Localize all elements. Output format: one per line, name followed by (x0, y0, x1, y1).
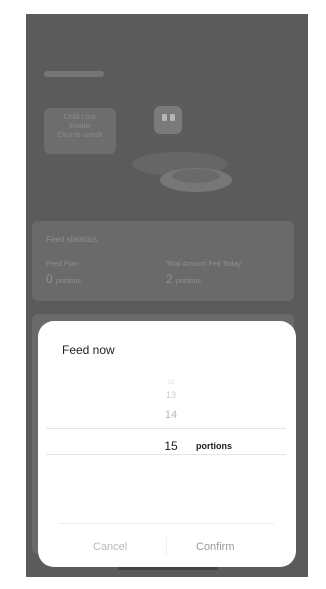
feed-plan-stat: Feed Plan 0 portions (46, 261, 81, 286)
picker-unit-label: portions (196, 441, 232, 451)
portion-picker[interactable]: 12 13 14 15 portions (38, 376, 296, 506)
picker-selected-value[interactable]: 15 (156, 439, 186, 453)
feeder-device-image (132, 106, 232, 192)
picker-option[interactable]: 13 (156, 390, 186, 400)
total-fed-unit: portions (176, 278, 201, 285)
feed-plan-value: 0 (46, 272, 53, 286)
dialog-footer-divider (58, 523, 274, 524)
app-screen: Child Lock Enable Click to unlock Feed s… (26, 14, 308, 577)
total-fed-stat: Total Amount Fed Today 2 portions (166, 261, 241, 286)
child-lock-hint: Click to unlock (57, 132, 103, 139)
home-indicator[interactable] (118, 567, 218, 570)
child-lock-title: Child Lock (63, 114, 97, 121)
selection-bottom-line (46, 454, 286, 455)
feed-plan-unit: portions (56, 278, 81, 285)
feed-statistics-card: Feed statistics Feed Plan 0 portions Tot… (32, 221, 294, 301)
feed-plan-label: Feed Plan (46, 261, 78, 268)
stats-title: Feed statistics (46, 235, 98, 244)
selection-top-line (46, 428, 286, 429)
button-divider (166, 537, 167, 555)
header-bar (44, 71, 104, 77)
child-lock-button[interactable]: Child Lock Enable Click to unlock (44, 108, 116, 154)
cancel-button[interactable]: Cancel (93, 541, 127, 553)
total-fed-label: Total Amount Fed Today (166, 261, 241, 268)
picker-option[interactable]: 12 (156, 380, 186, 386)
feed-now-dialog: Feed now 12 13 14 15 portions Cancel Con… (38, 321, 296, 567)
picker-option[interactable]: 14 (156, 409, 186, 421)
total-fed-value: 2 (166, 272, 173, 286)
confirm-button[interactable]: Confirm (196, 541, 235, 553)
page: Child Lock Enable Click to unlock Feed s… (0, 0, 326, 589)
child-lock-state: Enable (69, 123, 91, 130)
dialog-title: Feed now (62, 343, 115, 357)
